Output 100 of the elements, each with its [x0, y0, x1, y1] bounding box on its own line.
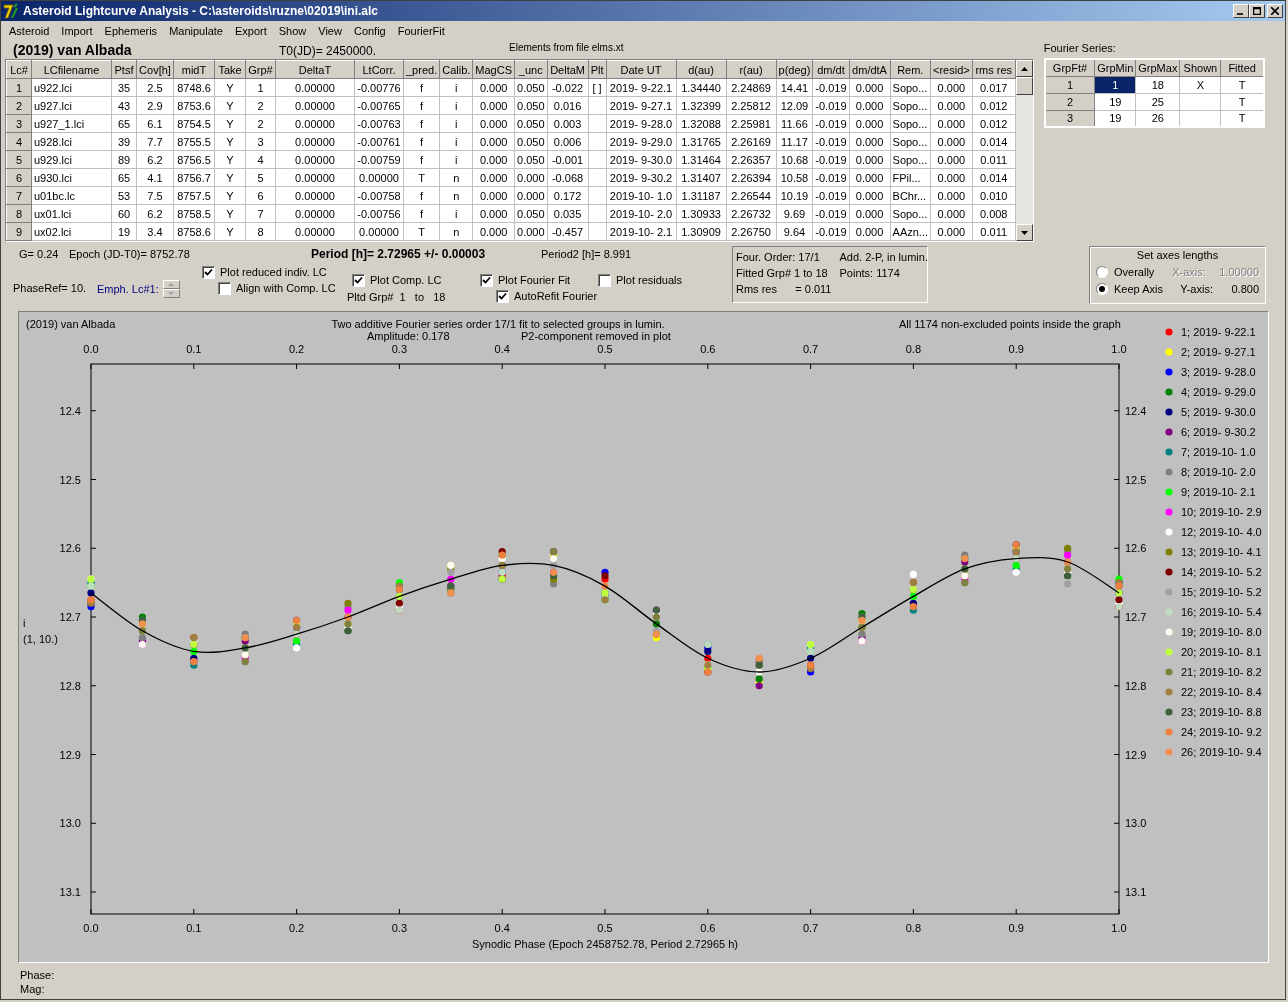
legend-label: 7; 2019-10- 1.0 — [1181, 446, 1256, 458]
menu-item[interactable]: Import — [55, 24, 99, 37]
checkbox[interactable]: Plot Fourier Fit — [480, 272, 571, 288]
table-cell: 0.000 — [849, 150, 891, 169]
table-cell: Y — [214, 186, 246, 205]
table-cell: -0.019 — [812, 168, 850, 187]
x-tick-label: 0.3 — [391, 922, 408, 934]
y-tick-label: 12.8 — [1125, 679, 1147, 692]
field-value[interactable]: 0.800 — [1231, 282, 1259, 295]
checkbox[interactable]: Plot Comp. LC — [352, 272, 442, 288]
column-header[interactable]: DeltaT — [275, 60, 355, 79]
g-value: G= 0.24 — [19, 248, 60, 260]
x-tick-label: 0.3 — [391, 343, 408, 355]
column-header[interactable]: GrpFt# — [1044, 59, 1095, 76]
menu-item[interactable]: Asteroid — [3, 24, 56, 37]
table-cell: 2.26732 — [726, 204, 777, 223]
x-tick-label: 0.8 — [905, 922, 922, 934]
amplitude-text: Amplitude: 0.178 — [367, 330, 450, 342]
column-header[interactable]: midT — [173, 60, 215, 79]
table-cell: 5 — [245, 168, 276, 187]
table-cell: -0.019 — [812, 114, 850, 133]
table-cell: Y — [214, 168, 246, 187]
table-cell: 39 — [111, 132, 137, 151]
radio-button[interactable]: Keep Axis — [1096, 282, 1181, 295]
table-cell[interactable]: 25 — [1135, 93, 1180, 110]
x-tick-label: 0.4 — [494, 922, 510, 934]
table-cell: 10.19 — [776, 186, 813, 205]
x-axis-label: Synodic Phase (Epoch 2458752.78, Period 2.72965 h) — [472, 938, 738, 950]
column-header[interactable]: Grp# — [245, 60, 276, 79]
column-header[interactable]: Fitted — [1220, 59, 1264, 76]
column-header[interactable]: DeltaM — [547, 60, 589, 79]
table-cell[interactable]: 18 — [1135, 76, 1180, 93]
menu-item[interactable]: Ephemeris — [98, 24, 164, 37]
table-cell[interactable]: X — [1179, 76, 1221, 93]
group-title: Set axes lengths — [1135, 248, 1220, 263]
table-cell: 1.34440 — [676, 78, 727, 97]
column-header[interactable]: Lc# — [6, 60, 32, 79]
column-header[interactable]: MagCS — [472, 60, 515, 79]
column-header[interactable]: d(au) — [676, 60, 727, 79]
column-header[interactable]: Cov[h] — [136, 60, 174, 79]
table-cell: u929.lci — [31, 150, 112, 169]
column-header[interactable]: LtCorr. — [354, 60, 404, 79]
menu-item[interactable]: Export — [228, 24, 273, 37]
minimize-button[interactable] — [1233, 4, 1249, 18]
table-cell: 0.000 — [930, 222, 973, 241]
table-cell: 65 — [111, 114, 137, 133]
column-header[interactable]: Calib. — [439, 60, 473, 79]
column-header[interactable]: _pred. — [403, 60, 440, 79]
radio-button[interactable]: Overally — [1096, 265, 1173, 278]
column-header[interactable]: GrpMax — [1135, 59, 1180, 76]
table-cell: -0.068 — [547, 168, 589, 187]
y-tick-label: 12.6 — [1125, 542, 1147, 555]
table-cell: -0.022 — [547, 78, 589, 97]
x-tick-label: 0.2 — [288, 343, 305, 355]
table-cell: 0.000 — [849, 114, 891, 133]
legend-label: 5; 2019- 9-30.0 — [1181, 406, 1256, 418]
y-tick-label: 12.4 — [59, 404, 81, 417]
column-header[interactable]: r(au) — [726, 60, 777, 79]
checkbox[interactable]: AutoRefit Fourier — [496, 288, 598, 304]
table-cell: 2019- 9-22.1 — [606, 78, 677, 97]
phase-ref: PhaseRef= 10. — [13, 282, 87, 294]
column-header[interactable]: Shown — [1179, 59, 1221, 76]
legend-label: 20; 2019-10- 8.1 — [1181, 646, 1262, 658]
column-header[interactable]: LCfilename — [31, 60, 112, 79]
close-button[interactable] — [1267, 4, 1283, 18]
checkbox[interactable]: Plot reduced indiv. LC — [202, 264, 327, 280]
column-header[interactable]: Ptsf — [111, 60, 137, 79]
table-cell: f — [403, 114, 440, 133]
table-cell: 0.014 — [972, 168, 1016, 187]
column-header[interactable]: Take — [214, 60, 246, 79]
menu-item[interactable]: FourierFit — [391, 24, 451, 37]
legend-label: 12; 2019-10- 4.0 — [1181, 526, 1262, 538]
table-cell: 8753.6 — [173, 96, 215, 115]
column-header[interactable]: _unc — [514, 60, 548, 79]
spinner-control[interactable] — [162, 280, 180, 298]
menu-item[interactable]: View — [312, 24, 348, 37]
table-cell: i — [439, 204, 473, 223]
y-tick-label: 12.4 — [1125, 404, 1147, 417]
legend-label: 14; 2019-10- 5.2 — [1181, 566, 1262, 578]
column-header[interactable]: p(deg) — [776, 60, 813, 79]
table-cell: u928.lci — [31, 132, 112, 151]
column-header[interactable]: rms res — [972, 60, 1016, 79]
column-header[interactable]: dm/dt — [812, 60, 850, 79]
table-cell: 2.26750 — [726, 222, 777, 241]
menu-item[interactable]: Show — [272, 24, 313, 37]
checkbox[interactable]: Align with Comp. LC — [218, 280, 336, 296]
maximize-button[interactable] — [1249, 4, 1265, 18]
column-header[interactable]: dm/dtA — [849, 60, 891, 79]
checkbox[interactable]: Plot residuals — [598, 272, 683, 288]
column-header[interactable]: <resid> — [930, 60, 973, 79]
table-cell[interactable] — [1179, 93, 1221, 110]
table-cell: 11.66 — [776, 114, 813, 133]
column-header[interactable]: Date UT — [606, 60, 677, 79]
column-header[interactable]: Rem. — [890, 60, 931, 79]
column-header[interactable]: GrpMin — [1094, 59, 1136, 76]
table-cell[interactable]: 19 — [1094, 93, 1136, 110]
table-cell: f — [403, 150, 440, 169]
menu-item[interactable]: Manipulate — [163, 24, 229, 37]
table-cell: 6 — [245, 186, 276, 205]
menu-item[interactable]: Config — [347, 24, 392, 37]
